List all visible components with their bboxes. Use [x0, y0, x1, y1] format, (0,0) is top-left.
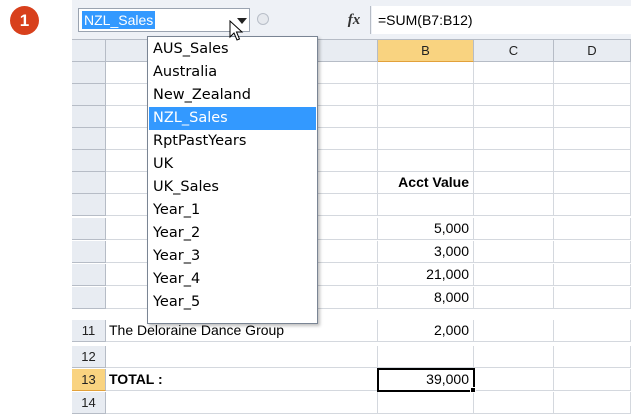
- dropdown-item[interactable]: Australia: [149, 61, 316, 84]
- row-header[interactable]: 12: [72, 346, 106, 368]
- dropdown-item[interactable]: Year_1: [149, 199, 316, 222]
- row-header[interactable]: [72, 150, 106, 172]
- cell-d[interactable]: [554, 241, 631, 263]
- cell-b[interactable]: [378, 106, 474, 128]
- cell-b[interactable]: [378, 392, 474, 414]
- cell-c[interactable]: [474, 106, 554, 128]
- formula-bar-grip-icon[interactable]: [257, 13, 269, 25]
- cell-c[interactable]: [474, 241, 554, 263]
- cell-d[interactable]: [554, 369, 631, 391]
- cell-a[interactable]: TOTAL :: [106, 369, 378, 391]
- cell-c[interactable]: [474, 150, 554, 172]
- cell-d[interactable]: [554, 264, 631, 286]
- cell-a[interactable]: [106, 392, 378, 414]
- cell-d[interactable]: [554, 172, 631, 194]
- cell-b[interactable]: 21,000: [378, 264, 474, 286]
- cell-d[interactable]: [554, 84, 631, 106]
- row-header[interactable]: [72, 287, 106, 309]
- dropdown-item[interactable]: UK_Sales: [149, 176, 316, 199]
- cell-d[interactable]: [554, 62, 631, 84]
- row-header[interactable]: [72, 172, 106, 194]
- dropdown-item[interactable]: Year_4: [149, 268, 316, 291]
- cell-d[interactable]: [554, 106, 631, 128]
- row-header[interactable]: 14: [72, 392, 106, 414]
- dropdown-item-selected[interactable]: NZL_Sales: [149, 107, 316, 130]
- dropdown-item[interactable]: Year_2: [149, 222, 316, 245]
- cell-c[interactable]: [474, 172, 554, 194]
- cell-b[interactable]: 3,000: [378, 241, 474, 263]
- mouse-pointer-icon: [229, 20, 244, 41]
- cell-d[interactable]: [554, 194, 631, 216]
- dropdown-item[interactable]: Year_3: [149, 245, 316, 268]
- cell-c[interactable]: [474, 392, 554, 414]
- formula-bar-divider: [370, 6, 371, 34]
- cell-c[interactable]: [474, 194, 554, 216]
- row-header[interactable]: [72, 106, 106, 128]
- cell-d[interactable]: [554, 218, 631, 240]
- column-header-d[interactable]: D: [554, 40, 631, 62]
- cell-c[interactable]: [474, 218, 554, 240]
- cell-b[interactable]: [378, 194, 474, 216]
- row-header[interactable]: 11: [72, 320, 106, 342]
- dropdown-item[interactable]: UK: [149, 153, 316, 176]
- cell-b[interactable]: 5,000: [378, 218, 474, 240]
- row-header[interactable]: [72, 128, 106, 150]
- row-header[interactable]: [72, 62, 106, 84]
- sheet-row: 14: [72, 392, 631, 414]
- name-box-value[interactable]: NZL_Sales: [82, 11, 156, 29]
- cell-b[interactable]: [378, 150, 474, 172]
- cell-c[interactable]: [474, 62, 554, 84]
- cell-c[interactable]: [474, 128, 554, 150]
- formula-input[interactable]: =SUM(B7:B12): [372, 6, 631, 34]
- cell-c[interactable]: [474, 84, 554, 106]
- cell-a[interactable]: [106, 346, 378, 368]
- active-cell-outline[interactable]: [377, 368, 475, 392]
- cell-b[interactable]: [378, 346, 474, 368]
- row-header[interactable]: [72, 241, 106, 263]
- cell-c[interactable]: [474, 369, 554, 391]
- sheet-row: 12: [72, 346, 631, 368]
- name-box-dropdown: AUS_Sales Australia New_Zealand NZL_Sale…: [147, 36, 318, 324]
- cell-c[interactable]: [474, 320, 554, 342]
- cell-c[interactable]: [474, 264, 554, 286]
- fx-icon[interactable]: fx: [342, 8, 366, 32]
- cell-b[interactable]: [378, 84, 474, 106]
- select-all-corner[interactable]: [72, 40, 106, 62]
- row-header[interactable]: [72, 194, 106, 216]
- cell-b[interactable]: Acct Value: [378, 172, 474, 194]
- cell-d[interactable]: [554, 150, 631, 172]
- row-header[interactable]: 13: [72, 369, 106, 391]
- excel-window: NZL_Sales fx =SUM(B7:B12) B C D ia: [72, 0, 631, 414]
- column-header-b[interactable]: B: [378, 40, 474, 62]
- cell-b[interactable]: [378, 128, 474, 150]
- column-header-c[interactable]: C: [474, 40, 554, 62]
- cell-b[interactable]: 2,000: [378, 320, 474, 342]
- row-header[interactable]: [72, 264, 106, 286]
- cell-c[interactable]: [474, 346, 554, 368]
- cell-d[interactable]: [554, 346, 631, 368]
- name-box[interactable]: NZL_Sales: [78, 8, 250, 32]
- cell-b[interactable]: 8,000: [378, 287, 474, 309]
- cell-d[interactable]: [554, 392, 631, 414]
- dropdown-item[interactable]: Year_5: [149, 291, 316, 314]
- fill-handle[interactable]: [470, 387, 476, 393]
- row-header[interactable]: [72, 218, 106, 240]
- row-header[interactable]: [72, 84, 106, 106]
- step-number-badge: 1: [10, 6, 39, 35]
- cell-d[interactable]: [554, 287, 631, 309]
- cell-c[interactable]: [474, 287, 554, 309]
- cell-d[interactable]: [554, 320, 631, 342]
- dropdown-item[interactable]: New_Zealand: [149, 84, 316, 107]
- dropdown-item[interactable]: RptPastYears: [149, 130, 316, 153]
- sheet-row: 13 TOTAL : 39,000: [72, 369, 631, 391]
- cell-d[interactable]: [554, 128, 631, 150]
- cell-b[interactable]: [378, 62, 474, 84]
- formula-bar: NZL_Sales fx =SUM(B7:B12): [72, 0, 631, 40]
